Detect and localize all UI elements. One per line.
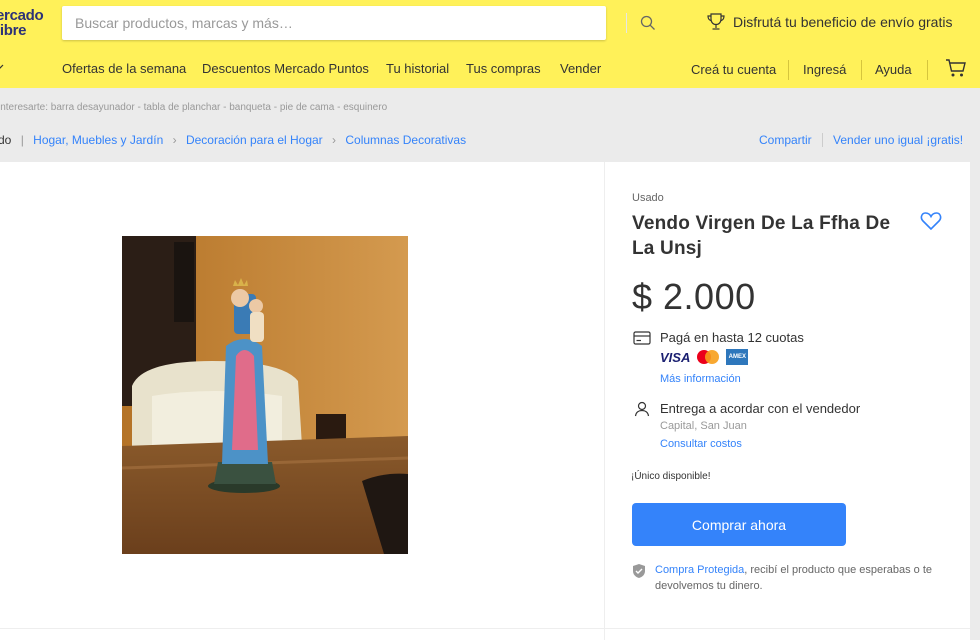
visa-logo: VISA xyxy=(660,349,691,365)
user-nav-divider xyxy=(788,60,789,80)
categories-chevron-icon[interactable] xyxy=(0,60,5,74)
sell-same-link[interactable]: Vender uno igual ¡gratis! xyxy=(833,133,963,147)
related-searches[interactable]: interesarte: barra desayunador - tabla d… xyxy=(0,102,387,113)
virgin-statue-image xyxy=(122,236,408,554)
create-account-link[interactable]: Creá tu cuenta xyxy=(691,62,776,77)
breadcrumb-chevron-icon: › xyxy=(332,133,337,147)
search-icon xyxy=(640,15,655,30)
shield-check-icon xyxy=(633,564,645,578)
product-photo[interactable] xyxy=(122,236,408,554)
nav-compras[interactable]: Tus compras xyxy=(466,61,541,76)
buy-now-button[interactable]: Comprar ahora xyxy=(632,503,846,546)
shipping-costs-link[interactable]: Consultar costos xyxy=(660,438,742,450)
card-divider xyxy=(0,628,970,629)
share-separator xyxy=(822,133,823,147)
person-icon xyxy=(634,401,650,417)
logo-line-2: libre xyxy=(0,22,27,39)
breadcrumb-separator: | xyxy=(20,133,24,147)
promo-text: Disfrutá tu beneficio de envío gratis xyxy=(733,14,953,30)
seller-location: Capital, San Juan xyxy=(660,420,747,432)
help-link[interactable]: Ayuda xyxy=(875,62,912,77)
card-divider xyxy=(604,162,605,640)
amex-logo: AMEX xyxy=(726,349,749,365)
login-link[interactable]: Ingresá xyxy=(803,62,846,77)
breadcrumb-back[interactable]: do xyxy=(0,133,11,147)
nav-descuentos[interactable]: Descuentos Mercado Puntos xyxy=(202,61,369,76)
search-separator xyxy=(626,13,627,33)
nav-vender[interactable]: Vender xyxy=(560,61,601,76)
user-nav-divider xyxy=(927,60,928,80)
purchase-protection: Compra Protegida, recibí el producto que… xyxy=(655,562,955,594)
logo-line-1: ercado xyxy=(0,7,44,24)
shipping-promo[interactable]: Disfrutá tu beneficio de envío gratis xyxy=(706,13,952,31)
mastercard-logo xyxy=(696,349,720,365)
search-input[interactable] xyxy=(62,6,562,40)
more-info-link[interactable]: Más información xyxy=(660,373,741,385)
breadcrumb-item[interactable]: Decoración para el Hogar xyxy=(186,133,323,147)
product-condition: Usado xyxy=(632,192,664,204)
breadcrumb-item[interactable]: Columnas Decorativas xyxy=(345,133,466,147)
stock-status: ¡Único disponible! xyxy=(631,471,711,482)
protected-purchase-link[interactable]: Compra Protegida xyxy=(655,564,744,576)
payment-methods: VISA AMEX xyxy=(660,349,749,365)
installments-text: Pagá en hasta 12 cuotas xyxy=(660,330,804,345)
breadcrumb-item[interactable]: Hogar, Muebles y Jardín xyxy=(33,133,163,147)
product-title: Vendo Virgen De La Ffha De La Unsj xyxy=(632,213,891,259)
breadcrumb: do | Hogar, Muebles y Jardín › Decoració… xyxy=(0,133,466,147)
search-button[interactable] xyxy=(630,6,666,40)
favorite-heart-icon[interactable] xyxy=(920,211,942,231)
breadcrumb-chevron-icon: › xyxy=(172,133,177,147)
header: ercado libre Disfrutá tu beneficio de en… xyxy=(0,0,980,88)
delivery-text: Entrega a acordar con el vendedor xyxy=(660,401,861,416)
nav-ofertas[interactable]: Ofertas de la semana xyxy=(62,61,186,76)
cart-icon[interactable] xyxy=(945,58,967,78)
share-link[interactable]: Compartir xyxy=(759,133,812,147)
mercadolibre-logo[interactable]: ercado libre xyxy=(0,7,44,39)
search-bar xyxy=(62,6,655,40)
trophy-icon xyxy=(707,13,725,30)
user-nav-divider xyxy=(861,60,862,80)
product-price: $ 2.000 xyxy=(632,276,756,317)
nav-historial[interactable]: Tu historial xyxy=(386,61,449,76)
credit-card-icon xyxy=(633,331,651,345)
